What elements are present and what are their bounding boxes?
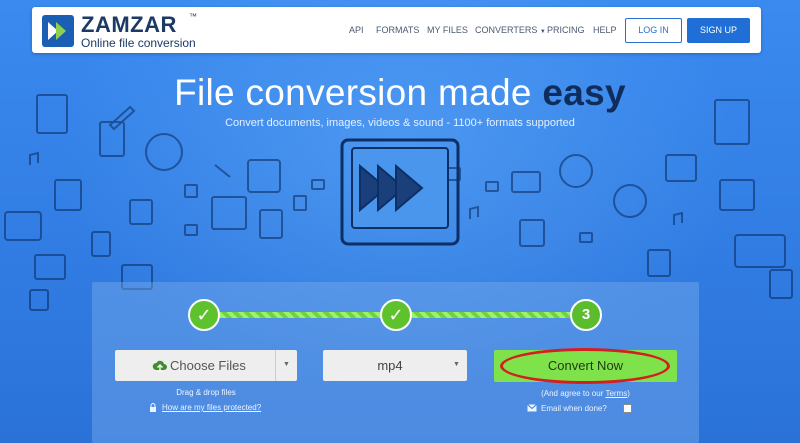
video-player-icon bbox=[665, 154, 697, 182]
mail-icon bbox=[311, 179, 325, 190]
login-button[interactable]: LOG IN bbox=[625, 18, 682, 43]
small-mail-icon bbox=[184, 224, 198, 236]
hero-title: File conversion made easy bbox=[0, 72, 800, 114]
hero-subtitle: Convert documents, images, videos & soun… bbox=[225, 117, 575, 129]
small-file-icon bbox=[184, 184, 198, 198]
zamzar-logo-icon[interactable] bbox=[42, 15, 74, 47]
chevron-down-icon: ▼ bbox=[539, 29, 546, 35]
nav-item-converters-label: CONVERTERS bbox=[475, 25, 538, 35]
envelope-icon bbox=[527, 404, 537, 412]
highlight-ellipse bbox=[500, 348, 670, 384]
film-icon bbox=[211, 196, 247, 230]
disc-icon bbox=[145, 133, 183, 171]
video-icon bbox=[34, 254, 66, 280]
hero-title-emphasis: easy bbox=[542, 72, 626, 113]
lock-icon bbox=[150, 403, 156, 412]
folder-icon bbox=[511, 171, 541, 193]
nav-item-help[interactable]: HELP bbox=[593, 25, 617, 35]
brand-name[interactable]: ZAMZAR bbox=[81, 12, 177, 38]
mail-icon-2 bbox=[485, 181, 499, 192]
nav-item-api[interactable]: API bbox=[349, 25, 364, 35]
format-select-value: mp4 bbox=[377, 358, 403, 373]
nav-item-converters[interactable]: CONVERTERS ▼ bbox=[475, 25, 546, 35]
choose-files-button[interactable]: Choose Files ▼ bbox=[115, 350, 297, 381]
button-divider bbox=[275, 350, 276, 381]
music-note-icon-3 bbox=[469, 205, 479, 219]
photo-icon bbox=[129, 199, 153, 225]
agree-terms-text: (And agree to our Terms) bbox=[494, 389, 677, 398]
music-note-icon-2 bbox=[673, 211, 683, 225]
text-file-icon bbox=[259, 209, 283, 239]
refresh-icon bbox=[559, 154, 593, 188]
signup-button[interactable]: SIGN UP bbox=[687, 18, 750, 43]
laptop-icon bbox=[734, 234, 786, 268]
gallery-icon bbox=[719, 179, 755, 211]
step-1-done: ✓ bbox=[188, 299, 220, 331]
chart-file-icon bbox=[769, 269, 793, 299]
fast-forward-screen-icon bbox=[340, 138, 460, 246]
drag-drop-hint: Drag & drop files bbox=[176, 388, 236, 397]
mail-icon-3 bbox=[579, 232, 593, 243]
pdf-icon bbox=[29, 289, 49, 311]
wrench-icon bbox=[214, 164, 231, 178]
files-protected-link[interactable]: How are my files protected? bbox=[162, 403, 261, 412]
email-when-done-label: Email when done? bbox=[541, 404, 607, 413]
cassette-icon bbox=[4, 211, 42, 241]
agree-prefix: (And agree to our bbox=[541, 389, 606, 398]
chevron-down-icon: ▼ bbox=[453, 361, 460, 368]
image-file-icon bbox=[54, 179, 82, 211]
sheet-file-icon bbox=[647, 249, 671, 277]
email-when-done-row: Email when done? bbox=[527, 404, 607, 413]
trademark-mark: ™ bbox=[189, 12, 197, 21]
choose-files-dropdown-icon[interactable]: ▼ bbox=[283, 361, 290, 368]
hero-title-main: File conversion made bbox=[174, 72, 543, 113]
step-3-current: 3 bbox=[570, 299, 602, 331]
terms-link[interactable]: Terms bbox=[605, 389, 627, 398]
nav-item-pricing[interactable]: PRICING bbox=[547, 25, 585, 35]
play-circle-icon bbox=[613, 184, 647, 218]
nav-item-formats[interactable]: FORMATS bbox=[376, 25, 419, 35]
cloud-upload-icon bbox=[152, 360, 167, 372]
nav-item-my-files[interactable]: MY FILES bbox=[427, 25, 468, 35]
site-header: ZAMZAR ™ Online file conversion API FORM… bbox=[32, 7, 761, 53]
choose-files-label: Choose Files bbox=[170, 358, 246, 373]
clipboard-icon bbox=[519, 219, 545, 247]
agree-suffix: ) bbox=[627, 389, 630, 398]
step-2-done: ✓ bbox=[380, 299, 412, 331]
brand-tagline: Online file conversion bbox=[81, 36, 196, 50]
play-tile-icon bbox=[247, 159, 281, 193]
format-select[interactable]: mp4 ▼ bbox=[323, 350, 467, 381]
doc-icon bbox=[91, 231, 111, 257]
small-file-icon-2 bbox=[293, 195, 307, 211]
music-note-icon bbox=[29, 151, 39, 165]
email-when-done-checkbox[interactable] bbox=[623, 404, 632, 413]
